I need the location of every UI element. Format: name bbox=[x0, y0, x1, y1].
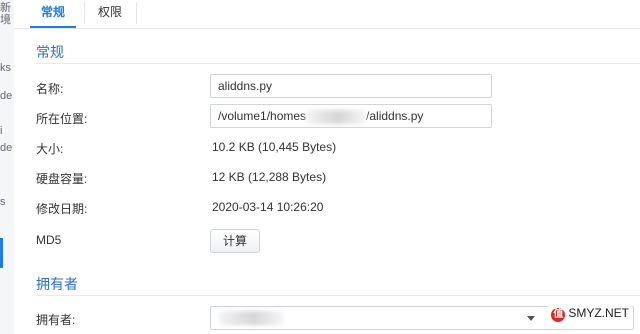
disk-usage-label: 硬盘容量: bbox=[36, 172, 88, 186]
background-window-panel: 新境 ks de i de s bbox=[0, 0, 15, 334]
redacted-username bbox=[306, 109, 367, 124]
background-text-fragment: s bbox=[0, 196, 6, 208]
disk-usage-value: 12 KB (12,288 Bytes) bbox=[212, 170, 327, 184]
name-field[interactable]: aliddns.py bbox=[210, 74, 492, 98]
background-text-fragment: de bbox=[0, 90, 13, 102]
tab-bar: 常规 权限 bbox=[14, 0, 640, 29]
section-divider bbox=[36, 295, 640, 296]
background-text-fragment: i bbox=[0, 125, 3, 137]
tab-separator bbox=[84, 2, 85, 24]
properties-dialog: 常规 权限 常规 名称: aliddns.py 所在位置: /volume1/h… bbox=[14, 0, 640, 334]
background-text-fragment: de bbox=[0, 142, 13, 154]
location-path-suffix: /aliddns.py bbox=[366, 109, 424, 123]
tab-permissions[interactable]: 权限 bbox=[90, 0, 130, 28]
background-selection-indicator bbox=[0, 238, 3, 268]
tab-general[interactable]: 常规 bbox=[30, 0, 76, 28]
watermark: 值 SMYZ.NET bbox=[548, 306, 632, 322]
owner-label: 拥有者: bbox=[36, 313, 76, 327]
modified-date-label: 修改日期: bbox=[36, 202, 88, 216]
background-text-fragment: ks bbox=[0, 62, 11, 74]
chevron-down-icon[interactable] bbox=[527, 316, 535, 321]
background-text-fragment: 新境 bbox=[0, 2, 11, 26]
section-title-owner: 拥有者 bbox=[36, 276, 78, 292]
size-value: 10.2 KB (10,445 Bytes) bbox=[212, 140, 337, 154]
name-label: 名称: bbox=[36, 82, 64, 96]
modified-date-value: 2020-03-14 10:26:20 bbox=[212, 200, 324, 214]
md5-label: MD5 bbox=[36, 233, 62, 247]
calculate-md5-button[interactable]: 计算 bbox=[210, 229, 260, 253]
location-field[interactable]: /volume1/homes/aliddns.py bbox=[210, 104, 492, 128]
watermark-logo-icon: 值 bbox=[551, 308, 566, 322]
redacted-owner-name bbox=[219, 311, 283, 325]
size-label: 大小: bbox=[36, 142, 64, 156]
location-path-prefix: /volume1/homes bbox=[218, 109, 307, 123]
watermark-text: SMYZ.NET bbox=[568, 306, 629, 320]
location-label: 所在位置: bbox=[36, 112, 88, 126]
tab-separator bbox=[136, 2, 137, 24]
section-divider bbox=[36, 63, 640, 64]
section-title-general: 常规 bbox=[36, 44, 64, 60]
